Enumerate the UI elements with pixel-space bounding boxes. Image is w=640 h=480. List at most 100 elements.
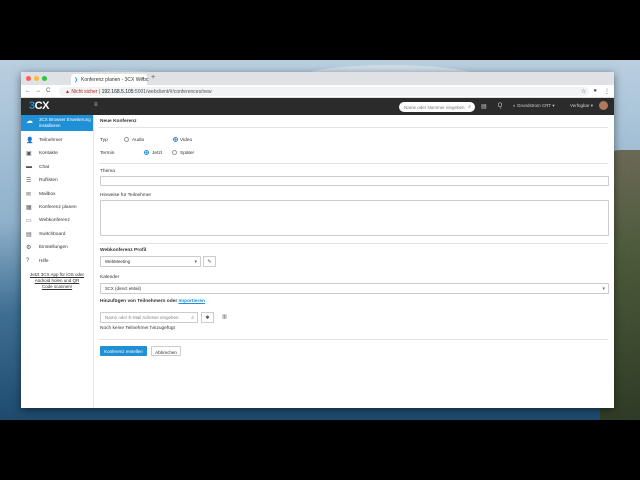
sidebar-item-teilnehmer[interactable]: 👤 Teilnehmer [21,134,93,147]
sidebar-item-label: Einstellungen [39,245,68,251]
radio-video-label: Video [180,138,193,143]
divider [99,339,608,340]
sidebar-item-label: Ruflisten [39,178,58,184]
sidebar-item-webkonferenz[interactable]: ▭ Webkonferenz [21,214,93,227]
divider [99,243,608,244]
section-title: Neue Konferenz [100,119,137,124]
kalender-select[interactable]: 3CX (direct eMail) ▾ [100,283,609,294]
user-name-label: Grundstrom CRT [516,103,552,108]
reload-icon[interactable]: C [46,88,50,94]
window-controls [26,76,47,81]
search-icon[interactable]: ⌕ [468,104,471,110]
user-name[interactable]: ◐ Grundstrom CRT ▾ [513,103,555,109]
radio-jetzt-label: Jetzt [152,151,163,156]
browser-tab[interactable]: ❯ Konferenz planen - 3CX Webc × [71,74,149,85]
contacts-icon: ▣ [26,151,32,158]
profil-value: WebMeeting [105,259,131,264]
sidebar-item-ruflisten[interactable]: ☰ Ruflisten [21,174,93,187]
back-icon[interactable]: ← [25,88,31,94]
sidebar-item-label: Chat [39,164,50,170]
radio-jetzt[interactable] [144,150,149,155]
minimize-window-button[interactable] [34,76,39,81]
hamburger-menu-icon[interactable]: ≡ [94,102,98,108]
search-icon[interactable]: ⌕ [191,315,194,321]
divider [99,163,608,164]
mailbox-icon: ✉ [26,191,32,198]
browser-window: ❯ Konferenz planen - 3CX Webc × + ← → C … [21,72,614,408]
hinweise-label: Hinweise für Teilnehmer [100,193,152,198]
sidebar-item-label: Konferenz planen [39,204,77,210]
account-icon[interactable]: ● [593,88,597,95]
sidebar-item-chat[interactable]: ▬ Chat [21,161,93,174]
add-participants-label: Hinzufügen von Teilnehmern oder Importie… [100,299,205,304]
forward-icon[interactable]: → [35,88,41,94]
new-tab-button[interactable]: + [151,74,155,81]
profil-select[interactable]: WebMeeting ▾ [100,256,201,267]
thema-input[interactable] [100,176,609,186]
app-header: 3CX ≡ Name oder Nummer eingeben ⌕ ▤ Q ◐ … [21,98,614,115]
sidebar-item-label: Webkonferenz [39,218,70,224]
profil-label: Webkonferenz Profil [100,248,147,253]
participant-placeholder: Name oder E-Mail Adresse eingeben [105,315,179,320]
sidebar-item-label: Mailbox [39,191,56,197]
maximize-window-button[interactable] [42,76,47,81]
settings-icon: ⚙ [26,245,32,252]
calendar-icon: ▦ [26,204,32,211]
star-icon[interactable]: ☆ [581,88,586,95]
add-participant-icon[interactable]: ✱ [201,312,214,323]
import-link[interactable]: Importieren [179,299,205,304]
cancel-button[interactable]: Abbrechen [151,346,181,356]
browser-menu-icon[interactable]: ⋮ [604,88,610,95]
tab-title: Konferenz planen - 3CX Webc [81,77,149,83]
search-placeholder: Name oder Nummer eingeben [404,105,465,110]
switchboard-icon: ▤ [26,231,32,238]
url-field[interactable]: ▲ Nicht sicher | 192.168.5.105:5001/webc… [59,87,589,96]
close-window-button[interactable] [26,76,31,81]
create-conference-button[interactable]: Konferenz erstellen [100,346,147,356]
status-label: Verfügbar [570,103,590,108]
header-icons: ▤ Q [481,103,502,110]
hinweise-textarea[interactable] [100,200,609,236]
header-search-input[interactable]: Name oder Nummer eingeben ⌕ [399,102,475,112]
sidebar-item-kontakte[interactable]: ▣ Kontakte [21,147,93,160]
sidebar-item-einstellungen[interactable]: ⚙ Einstellungen [21,241,93,254]
tab-bar: ❯ Konferenz planen - 3CX Webc × + [21,72,614,85]
banner-text: 3CX Browser Erweiterung installieren [39,117,91,128]
sidebar-item-konferenz-planen[interactable]: ▦ Konferenz planen [21,201,93,214]
sidebar: ☁ 3CX Browser Erweiterung installieren 👤… [21,115,94,408]
sidebar-item-switchboard[interactable]: ▤ Switchboard [21,228,93,241]
sidebar-nav: 👤 Teilnehmer ▣ Kontakte ▬ Chat ☰ Ruflisten ✉… [21,134,93,268]
extension-icon: ☁ [26,118,33,125]
radio-video[interactable] [173,137,178,142]
status-dropdown[interactable]: Verfügbar ▾ [570,103,593,109]
sidebar-item-label: Switchboard [39,231,66,237]
wrench-icon[interactable]: ✎ [203,256,216,267]
delete-icon[interactable]: ▥ [218,312,231,323]
sidebar-item-label: Hilfe [39,258,49,264]
radio-spaeter[interactable] [172,150,177,155]
queue-icon[interactable]: Q [498,103,503,110]
address-bar: ← → C ▲ Nicht sicher | 192.168.5.105:500… [21,85,614,98]
radio-audio[interactable] [124,137,129,142]
typ-label: Typ [100,138,108,143]
participant-input[interactable]: Name oder E-Mail Adresse eingeben ⌕ [100,312,198,323]
avatar[interactable] [599,101,608,110]
chevron-down-icon: ▾ [194,259,197,265]
sidebar-item-hilfe[interactable]: ? Hilfe [21,255,93,268]
url-host: 192.168.5.105 [101,89,134,95]
help-icon: ? [26,257,30,264]
user-icon: 👤 [26,138,34,144]
sidebar-item-label: Teilnehmer [39,138,63,143]
mobile-app-promo-link[interactable]: Jetzt 3CX App für iOS oder Android holen… [21,268,93,290]
sidebar-item-mailbox[interactable]: ✉ Mailbox [21,188,93,201]
radio-audio-label: Audio [132,138,145,143]
chat-icon[interactable]: ▤ [481,103,487,110]
tab-close-icon[interactable]: × [141,76,144,82]
extension-banner[interactable]: ☁ 3CX Browser Erweiterung installieren [21,115,93,131]
radio-spaeter-label: Später [180,151,195,156]
logo-accent: CX [34,100,50,112]
3cx-logo: 3CX [29,100,49,112]
chat-icon: ▬ [26,163,32,170]
divider [99,127,608,128]
add-participants-text: Hinzufügen von Teilnehmern oder [100,299,178,304]
